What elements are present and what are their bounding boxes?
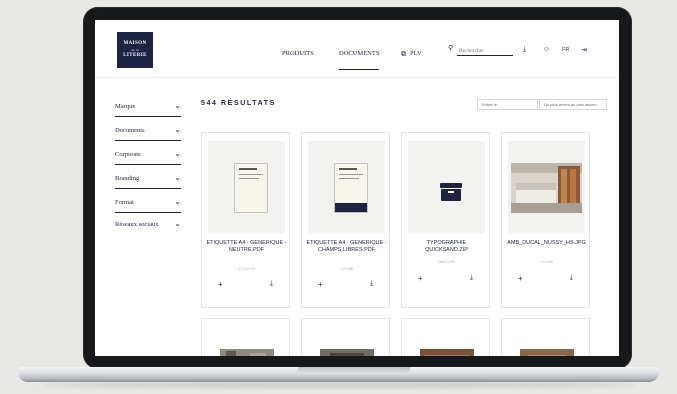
filter-format[interactable]: Format ⌄ bbox=[115, 191, 181, 213]
filter-documents[interactable]: Documents ⌄ bbox=[115, 119, 181, 141]
asset-thumbnail bbox=[520, 349, 574, 356]
asset-thumbnail bbox=[308, 141, 385, 233]
brand-logo[interactable]: MAISON de la LITERIE bbox=[117, 32, 153, 68]
search-input[interactable] bbox=[457, 46, 513, 56]
document-preview bbox=[234, 163, 268, 213]
download-icon[interactable]: ⤓ bbox=[270, 280, 273, 288]
asset-card[interactable]: TYPOGRAPHIE QUICKSAND.ZIP 260.01 KB + ⤓ bbox=[401, 132, 490, 308]
site-header: MAISON de la LITERIE PRODUITS DOCUMENTS … bbox=[95, 20, 619, 78]
asset-size: 260.01 KB bbox=[438, 260, 455, 264]
filter-branding[interactable]: Branding ⌄ bbox=[115, 167, 181, 189]
nav-documents[interactable]: DOCUMENTS bbox=[339, 50, 380, 70]
chevron-down-icon: ⌄ bbox=[174, 173, 181, 182]
laptop-shadow bbox=[40, 382, 637, 388]
plus-icon[interactable]: + bbox=[418, 274, 423, 283]
asset-size: 2.02 MB bbox=[539, 260, 554, 264]
filter-marque[interactable]: Marque ⌄ bbox=[115, 95, 181, 117]
asset-card[interactable] bbox=[401, 318, 490, 356]
external-link-icon: ⧉ bbox=[401, 50, 406, 58]
language-selector[interactable]: FR bbox=[562, 47, 569, 53]
asset-card[interactable]: ETIQUETTE A4 - GENERIQUE - NEUTRE.PDF 17… bbox=[201, 132, 290, 308]
asset-title: ETIQUETTE A4 - GENERIQUE - CHAMPS LIBRES… bbox=[306, 240, 387, 253]
plus-icon[interactable]: + bbox=[318, 280, 323, 289]
laptop-screen: MAISON de la LITERIE PRODUITS DOCUMENTS … bbox=[95, 20, 619, 356]
download-icon[interactable]: ⤓ bbox=[370, 280, 373, 288]
asset-title: TYPOGRAPHIE QUICKSAND.ZIP bbox=[425, 240, 468, 253]
bedroom-photo bbox=[511, 163, 582, 213]
plus-icon[interactable]: + bbox=[218, 280, 223, 289]
asset-title: ETIQUETTE A4 - GENERIQUE - NEUTRE.PDF bbox=[206, 240, 287, 253]
nav-produits[interactable]: PRODUITS bbox=[282, 50, 314, 57]
download-icon[interactable]: ⤓ bbox=[470, 274, 473, 282]
asset-title: AMB_DUCAL_NUSSY_HS.JPG bbox=[507, 240, 586, 246]
chevron-down-icon: ⌄ bbox=[174, 101, 181, 110]
chevron-down-icon: ⌄ bbox=[174, 125, 181, 134]
results-search-input[interactable]: Entrer le bbox=[477, 99, 538, 110]
asset-thumbnail bbox=[408, 141, 485, 233]
asset-card[interactable] bbox=[501, 318, 590, 356]
asset-thumbnail bbox=[220, 349, 274, 356]
results-count: 544 RÉSULTATS bbox=[201, 100, 276, 107]
sort-select[interactable]: Du plus récent au plus ancien bbox=[539, 99, 607, 110]
chevron-down-icon: ⌄ bbox=[174, 219, 181, 228]
logout-icon[interactable]: ⇥ bbox=[581, 46, 587, 54]
nav-plv[interactable]: PLV bbox=[410, 50, 422, 57]
asset-card[interactable] bbox=[301, 318, 390, 356]
asset-thumbnail bbox=[208, 141, 285, 233]
chevron-down-icon: ⌄ bbox=[174, 197, 181, 206]
chevron-down-icon: ⌄ bbox=[174, 149, 181, 158]
asset-card[interactable]: AMB_DUCAL_NUSSY_HS.JPG 2.02 MB + ⤓ bbox=[501, 132, 590, 308]
filter-corporate[interactable]: Corporate ⌄ bbox=[115, 143, 181, 165]
asset-thumbnail bbox=[420, 349, 474, 356]
asset-thumbnail bbox=[508, 141, 585, 233]
filter-reseaux-sociaux[interactable]: Réseaux sociaux ⌄ bbox=[115, 213, 181, 235]
laptop-notch bbox=[298, 367, 410, 374]
archive-box-icon bbox=[440, 183, 462, 201]
asset-thumbnail bbox=[320, 349, 374, 356]
asset-card[interactable] bbox=[201, 318, 290, 356]
document-preview bbox=[334, 163, 368, 213]
asset-size: 171.43 KB bbox=[238, 267, 255, 271]
asset-card[interactable]: ETIQUETTE A4 - GENERIQUE - CHAMPS LIBRES… bbox=[301, 132, 390, 308]
asset-size: 1.21 MB bbox=[339, 267, 354, 271]
user-icon[interactable]: ☺ bbox=[543, 46, 550, 53]
search-icon[interactable]: ⚲ bbox=[448, 44, 453, 52]
download-icon[interactable]: ⤓ bbox=[570, 274, 573, 282]
download-icon[interactable]: ⤓ bbox=[523, 46, 526, 54]
plus-icon[interactable]: + bbox=[518, 274, 523, 283]
